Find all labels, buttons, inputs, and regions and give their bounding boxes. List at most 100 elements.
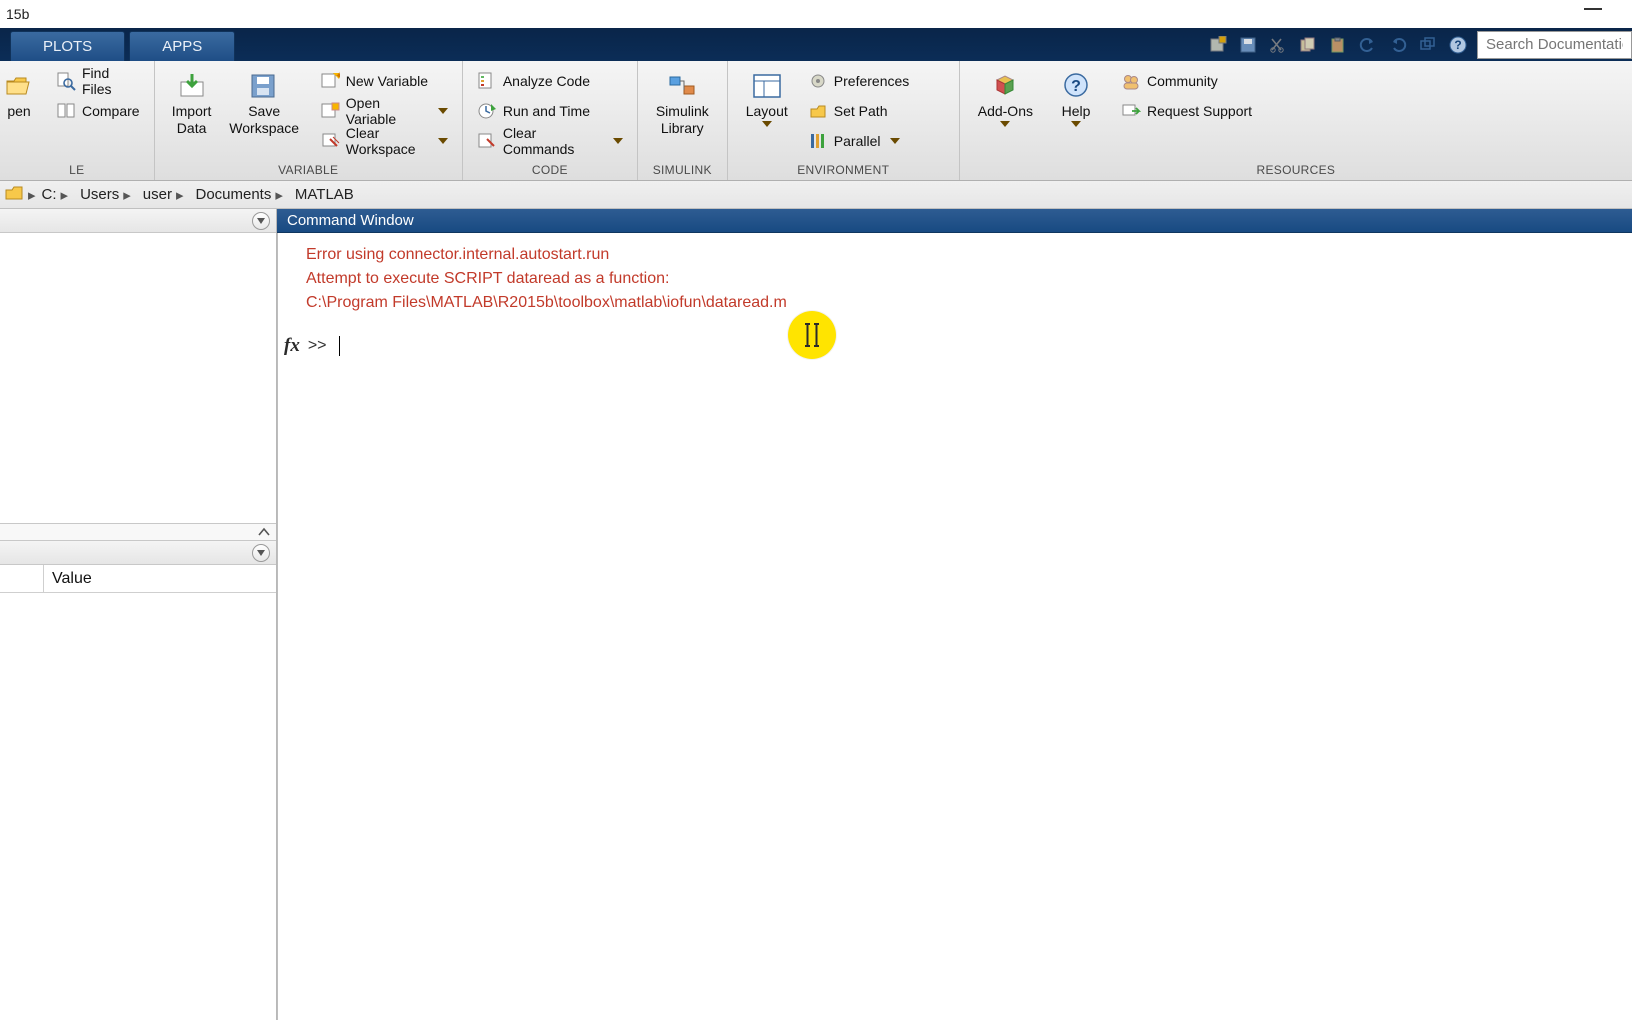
qa-copy-icon[interactable]: [1293, 30, 1323, 60]
panel-actions-dropdown[interactable]: [252, 544, 270, 562]
panel-actions-dropdown[interactable]: [252, 212, 270, 230]
workspace-panel: Value: [0, 565, 276, 1020]
help-button[interactable]: ? Help: [1047, 67, 1105, 128]
folder-icon: [4, 184, 24, 206]
import-data-button[interactable]: Import Data: [163, 67, 221, 137]
group-code: Analyze Code Run and Time Clear Commands…: [463, 61, 638, 180]
request-support-icon: [1121, 101, 1141, 121]
address-bar[interactable]: ▸ C:▸ Users▸ user▸ Documents▸ MATLAB: [0, 181, 1632, 209]
group-environment-label: ENVIRONMENT: [728, 160, 959, 180]
doc-search-box[interactable]: [1477, 31, 1632, 59]
prompt-chevrons: >>: [308, 337, 327, 355]
clear-workspace-icon: [320, 131, 340, 151]
command-window-body[interactable]: Error using connector.internal.autostart…: [277, 233, 1632, 1020]
qa-cut-icon[interactable]: [1263, 30, 1293, 60]
qa-redo-icon[interactable]: [1383, 30, 1413, 60]
layout-icon: [750, 71, 784, 101]
request-support-button[interactable]: Request Support: [1115, 97, 1258, 125]
current-folder-panel[interactable]: [0, 233, 276, 523]
window-title: 15b: [6, 6, 29, 22]
group-variable-label: VARIABLE: [155, 160, 462, 180]
folder-open-icon: [2, 71, 36, 101]
simulink-library-button[interactable]: Simulink Library: [646, 67, 719, 137]
qa-help-icon[interactable]: ?: [1443, 30, 1473, 60]
group-resources: Add-Ons ? Help Community Request Support…: [960, 61, 1632, 180]
qa-undo-icon[interactable]: [1353, 30, 1383, 60]
qa-new-icon[interactable]: [1203, 30, 1233, 60]
parallel-button[interactable]: Parallel: [802, 127, 915, 155]
window-minimize-button[interactable]: [1584, 8, 1602, 10]
chevron-down-icon: [890, 137, 900, 145]
error-line: Attempt to execute SCRIPT dataread as a …: [306, 267, 1620, 291]
run-and-time-button[interactable]: Run and Time: [471, 97, 629, 125]
quick-access-toolbar: ?: [1203, 28, 1632, 61]
workspace-col-name[interactable]: [0, 565, 44, 592]
chevron-down-icon: [1071, 120, 1081, 128]
parallel-icon: [808, 131, 828, 151]
group-file: pen Find Files Compare LE: [0, 61, 155, 180]
open-button[interactable]: pen: [2, 67, 46, 120]
fx-icon[interactable]: fx: [284, 335, 300, 357]
group-resources-label: RESOURCES: [960, 160, 1632, 180]
community-icon: [1121, 71, 1141, 91]
qa-switch-windows-icon[interactable]: [1413, 30, 1443, 60]
layout-button[interactable]: Layout: [736, 67, 798, 128]
breadcrumb-seg[interactable]: MATLAB: [289, 186, 360, 203]
add-ons-button[interactable]: Add-Ons: [968, 67, 1043, 128]
tab-apps[interactable]: APPS: [129, 31, 235, 61]
chevron-down-icon: [613, 137, 623, 145]
addons-icon: [988, 71, 1022, 101]
current-folder-panel-header: [0, 209, 276, 233]
details-panel-toggle[interactable]: [0, 523, 276, 541]
community-button[interactable]: Community: [1115, 67, 1258, 95]
group-environment: Layout Preferences Set Path Parallel: [728, 61, 960, 180]
text-cursor: [339, 336, 340, 356]
import-data-icon: [175, 71, 209, 101]
find-files-button[interactable]: Find Files: [50, 67, 146, 95]
save-workspace-icon: [247, 71, 281, 101]
set-path-button[interactable]: Set Path: [802, 97, 915, 125]
workspace-panel-header: [0, 541, 276, 565]
preferences-button[interactable]: Preferences: [802, 67, 915, 95]
analyze-code-icon: [477, 71, 497, 91]
error-line: Error using connector.internal.autostart…: [306, 243, 1620, 267]
chevron-right-icon: ▸: [28, 186, 36, 204]
clear-workspace-button[interactable]: Clear Workspace: [314, 127, 454, 155]
breadcrumb-seg[interactable]: Documents▸: [189, 186, 288, 204]
error-line: C:\Program Files\MATLAB\R2015b\toolbox\m…: [306, 291, 1620, 315]
compare-button[interactable]: Compare: [50, 97, 146, 125]
open-variable-button[interactable]: Open Variable: [314, 97, 454, 125]
breadcrumb-seg[interactable]: Users▸: [74, 186, 137, 204]
window-titlebar: 15b: [0, 0, 1632, 28]
command-window-title: Command Window: [277, 209, 1632, 233]
svg-text:?: ?: [1454, 38, 1461, 52]
breadcrumb-seg[interactable]: user▸: [137, 186, 190, 204]
save-workspace-button[interactable]: Save Workspace: [225, 67, 304, 137]
help-icon: ?: [1059, 71, 1093, 101]
open-variable-icon: [320, 101, 340, 121]
doc-search-input[interactable]: [1478, 32, 1631, 58]
group-simulink: Simulink Library SIMULINK: [638, 61, 728, 180]
tab-plots[interactable]: PLOTS: [10, 31, 125, 61]
qa-paste-icon[interactable]: [1323, 30, 1353, 60]
breadcrumb-seg[interactable]: C:▸: [36, 186, 75, 204]
gear-icon: [808, 71, 828, 91]
group-variable: Import Data Save Workspace ✦ New Variabl…: [155, 61, 463, 180]
workspace-body[interactable]: [0, 593, 276, 1020]
workspace-columns-header: Value: [0, 565, 276, 593]
chevron-down-icon: [438, 107, 448, 115]
svg-text:?: ?: [1071, 78, 1081, 95]
chevron-down-icon: [1000, 120, 1010, 128]
chevron-down-icon: [762, 120, 772, 128]
command-prompt-line[interactable]: fx >>: [306, 335, 1620, 357]
analyze-code-button[interactable]: Analyze Code: [471, 67, 629, 95]
group-code-label: CODE: [463, 160, 637, 180]
simulink-icon: [665, 71, 699, 101]
new-variable-icon: ✦: [320, 71, 340, 91]
clear-commands-button[interactable]: Clear Commands: [471, 127, 629, 155]
main-area: Value Command Window Error using connect…: [0, 209, 1632, 1020]
set-path-icon: [808, 101, 828, 121]
new-variable-button[interactable]: ✦ New Variable: [314, 67, 454, 95]
workspace-col-value[interactable]: Value: [44, 570, 276, 588]
qa-save-icon[interactable]: [1233, 30, 1263, 60]
